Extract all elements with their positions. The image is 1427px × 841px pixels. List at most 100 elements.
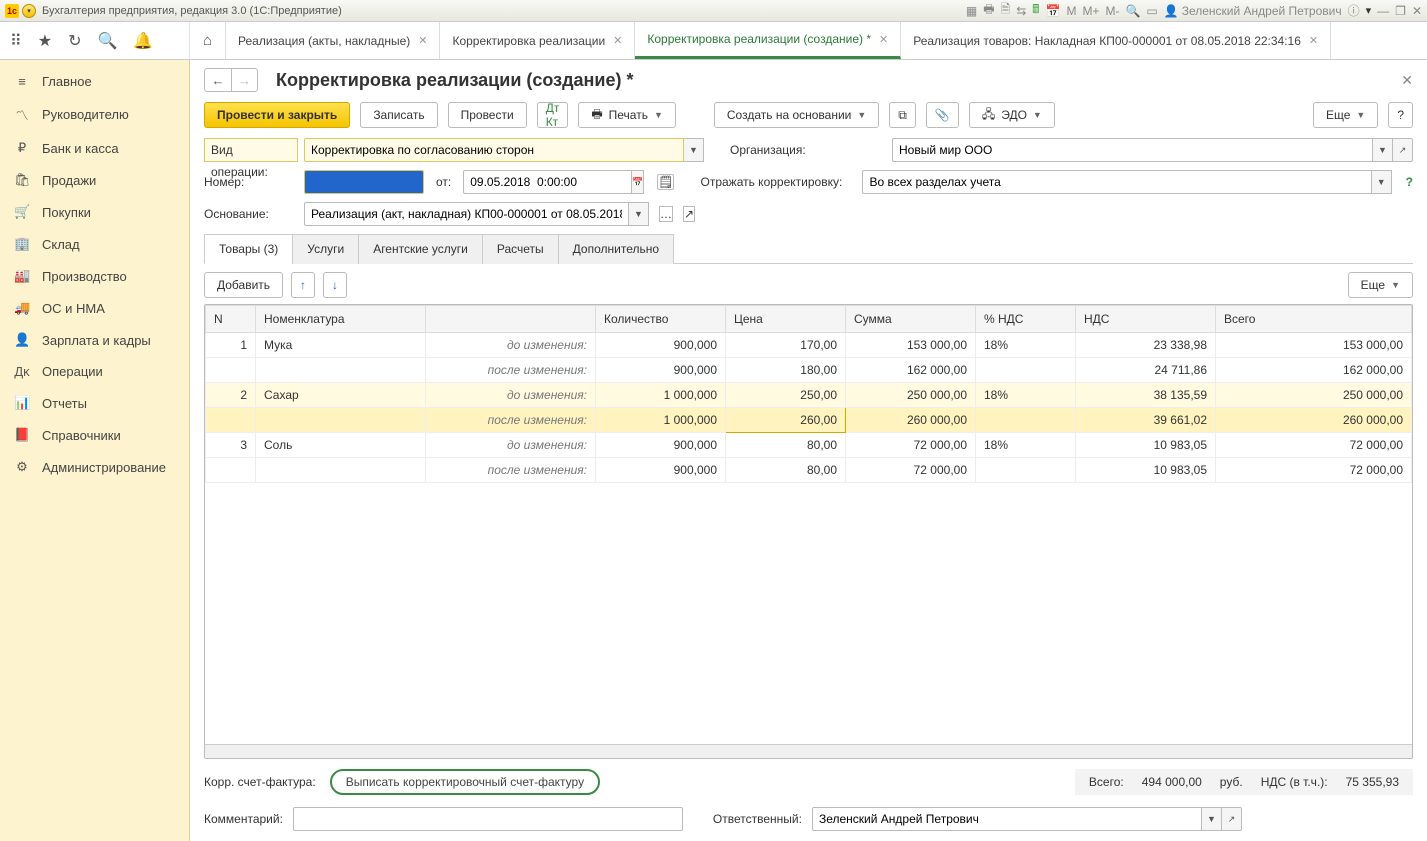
sidebar-item-manager[interactable]: 〽Руководителю: [0, 97, 189, 132]
create-based-button[interactable]: Создать на основании ▼: [714, 102, 879, 128]
subtab-additional[interactable]: Дополнительно: [558, 234, 674, 264]
more-icon[interactable]: …: [659, 206, 673, 222]
sidebar-item-operations[interactable]: ДᴋОперации: [0, 356, 189, 387]
dropdown-icon[interactable]: ▼: [1373, 138, 1393, 162]
subtab-services[interactable]: Услуги: [292, 234, 359, 264]
page-close-button[interactable]: ✕: [1401, 72, 1413, 89]
col-qty[interactable]: Количество: [596, 306, 726, 333]
subtab-agent[interactable]: Агентские услуги: [358, 234, 483, 264]
table-row[interactable]: 3Сольдо изменения: 900,00080,0072 000,00…: [206, 433, 1412, 458]
layout-icon[interactable]: ▭: [1146, 4, 1157, 18]
sidebar-item-payroll[interactable]: 👤Зарплата и кадры: [0, 324, 189, 356]
dropdown-icon[interactable]: ▼: [1202, 807, 1222, 831]
dtkt-button[interactable]: ДтКт: [537, 102, 569, 128]
tab-2[interactable]: Корректировка реализации (создание) *✕: [635, 22, 901, 59]
create-invoice-button[interactable]: Выписать корректировочный счет-фактуру: [330, 769, 600, 795]
table-row[interactable]: 2Сахардо изменения: 1 000,000250,00250 0…: [206, 383, 1412, 408]
notifications-icon[interactable]: 🔔: [133, 31, 153, 51]
window-minimize[interactable]: —: [1377, 4, 1389, 18]
sidebar-item-purchases[interactable]: 🛒Покупки: [0, 196, 189, 228]
forward-button[interactable]: →: [231, 69, 257, 91]
calendar-icon[interactable]: 📅: [1045, 4, 1060, 18]
more-button[interactable]: Еще ▼: [1313, 102, 1378, 128]
current-user[interactable]: 👤 Зеленский Андрей Петрович: [1164, 4, 1342, 18]
window-close[interactable]: ✕: [1412, 4, 1422, 18]
close-icon[interactable]: ✕: [879, 33, 888, 46]
sidebar-item-production[interactable]: 🏭Производство: [0, 260, 189, 292]
table-row-after[interactable]: после изменения: 900,00080,0072 000,00 1…: [206, 458, 1412, 483]
number-input[interactable]: [304, 170, 424, 194]
edo-button[interactable]: 🖧 ЭДО ▼: [969, 102, 1055, 128]
sidebar-item-reports[interactable]: 📊Отчеты: [0, 387, 189, 419]
post-and-close-button[interactable]: Провести и закрыть: [204, 102, 350, 128]
sidebar-item-bank[interactable]: ₽Банк и касса: [0, 132, 189, 164]
open-icon[interactable]: ↗: [1222, 807, 1242, 831]
date-input[interactable]: [463, 170, 632, 194]
sidebar-item-warehouse[interactable]: 🏢Склад: [0, 228, 189, 260]
reflect-input[interactable]: [862, 170, 1371, 194]
window-maximize[interactable]: ❐: [1395, 4, 1406, 18]
grid-more-button[interactable]: Еще ▼: [1348, 272, 1413, 298]
tab-0[interactable]: Реализация (акты, накладные)✕: [226, 22, 440, 59]
doc-icon[interactable]: 🗎: [1001, 0, 1011, 21]
history-icon[interactable]: ↻: [68, 31, 81, 51]
sidebar-item-admin[interactable]: ⚙Администрирование: [0, 451, 189, 483]
mminus-indicator[interactable]: M-: [1105, 4, 1119, 18]
related-icon-button[interactable]: ⧉: [889, 102, 916, 128]
horizontal-scrollbar[interactable]: [205, 744, 1412, 758]
m-indicator[interactable]: M: [1066, 4, 1076, 18]
post-button[interactable]: Провести: [448, 102, 527, 128]
col-n[interactable]: N: [206, 306, 256, 333]
move-down-button[interactable]: ↓: [323, 272, 347, 298]
col-sum[interactable]: Сумма: [846, 306, 976, 333]
open-icon[interactable]: ↗: [683, 206, 695, 222]
sidebar-item-assets[interactable]: 🚚ОС и НМА: [0, 292, 189, 324]
optype-input[interactable]: [304, 138, 684, 162]
help-hint-icon[interactable]: ?: [1406, 175, 1413, 189]
sidebar-item-sales[interactable]: 🛍Продажи: [0, 164, 189, 196]
mplus-indicator[interactable]: M+: [1082, 4, 1099, 18]
dropdown-icon[interactable]: ▼: [1372, 170, 1392, 194]
add-row-button[interactable]: Добавить: [204, 272, 283, 298]
comment-input[interactable]: [293, 807, 683, 831]
sidebar-item-catalogs[interactable]: 📕Справочники: [0, 419, 189, 451]
help-button[interactable]: ?: [1388, 102, 1413, 128]
attach-button[interactable]: 📎: [926, 102, 959, 128]
col-vat[interactable]: НДС: [1076, 306, 1216, 333]
basis-input[interactable]: [304, 202, 629, 226]
col-vatp[interactable]: % НДС: [976, 306, 1076, 333]
col-total[interactable]: Всего: [1216, 306, 1412, 333]
subtab-settlements[interactable]: Расчеты: [482, 234, 559, 264]
dropdown-icon[interactable]: ▼: [629, 202, 649, 226]
print-button[interactable]: 🖶 Печать ▼: [578, 102, 676, 128]
table-row-after[interactable]: после изменения: 900,000180,00162 000,00…: [206, 358, 1412, 383]
open-icon[interactable]: ↗: [1393, 138, 1413, 162]
search-icon[interactable]: 🔍: [97, 31, 117, 51]
close-icon[interactable]: ✕: [1309, 34, 1318, 47]
print-icon[interactable]: 🖶: [983, 0, 994, 21]
col-nomenclature[interactable]: Номенклатура: [256, 306, 426, 333]
col-price[interactable]: Цена: [726, 306, 846, 333]
sidebar-item-main[interactable]: ≡Главное: [0, 66, 189, 97]
compare-icon[interactable]: ⇆: [1016, 4, 1026, 18]
tab-1[interactable]: Корректировка реализации✕: [440, 22, 635, 59]
favorite-icon[interactable]: ★: [38, 31, 52, 51]
org-input[interactable]: [892, 138, 1373, 162]
dropdown-icon[interactable]: ▼: [684, 138, 704, 162]
apps-icon[interactable]: ⠿: [10, 31, 22, 51]
subtab-goods[interactable]: Товары (3): [204, 234, 293, 264]
responsible-input[interactable]: [812, 807, 1202, 831]
titlebar-dropdown-button[interactable]: ▾: [22, 4, 36, 18]
tab-3[interactable]: Реализация товаров: Накладная КП00-00000…: [901, 22, 1331, 59]
grid-icon[interactable]: ▦: [966, 4, 977, 18]
back-button[interactable]: ←: [205, 69, 231, 91]
table-row-after[interactable]: после изменения: 1 000,000260,00260 000,…: [206, 408, 1412, 433]
move-up-button[interactable]: ↑: [291, 272, 315, 298]
close-icon[interactable]: ✕: [418, 34, 427, 47]
info-icon[interactable]: ⓘ: [1348, 2, 1360, 19]
zoom-icon[interactable]: 🔍: [1125, 4, 1140, 18]
table-row[interactable]: 1Мукадо изменения: 900,000170,00153 000,…: [206, 333, 1412, 358]
form-icon-button[interactable]: 🗒: [657, 174, 674, 190]
calendar-icon[interactable]: 📅: [632, 170, 644, 194]
home-tab[interactable]: ⌂: [190, 22, 226, 59]
